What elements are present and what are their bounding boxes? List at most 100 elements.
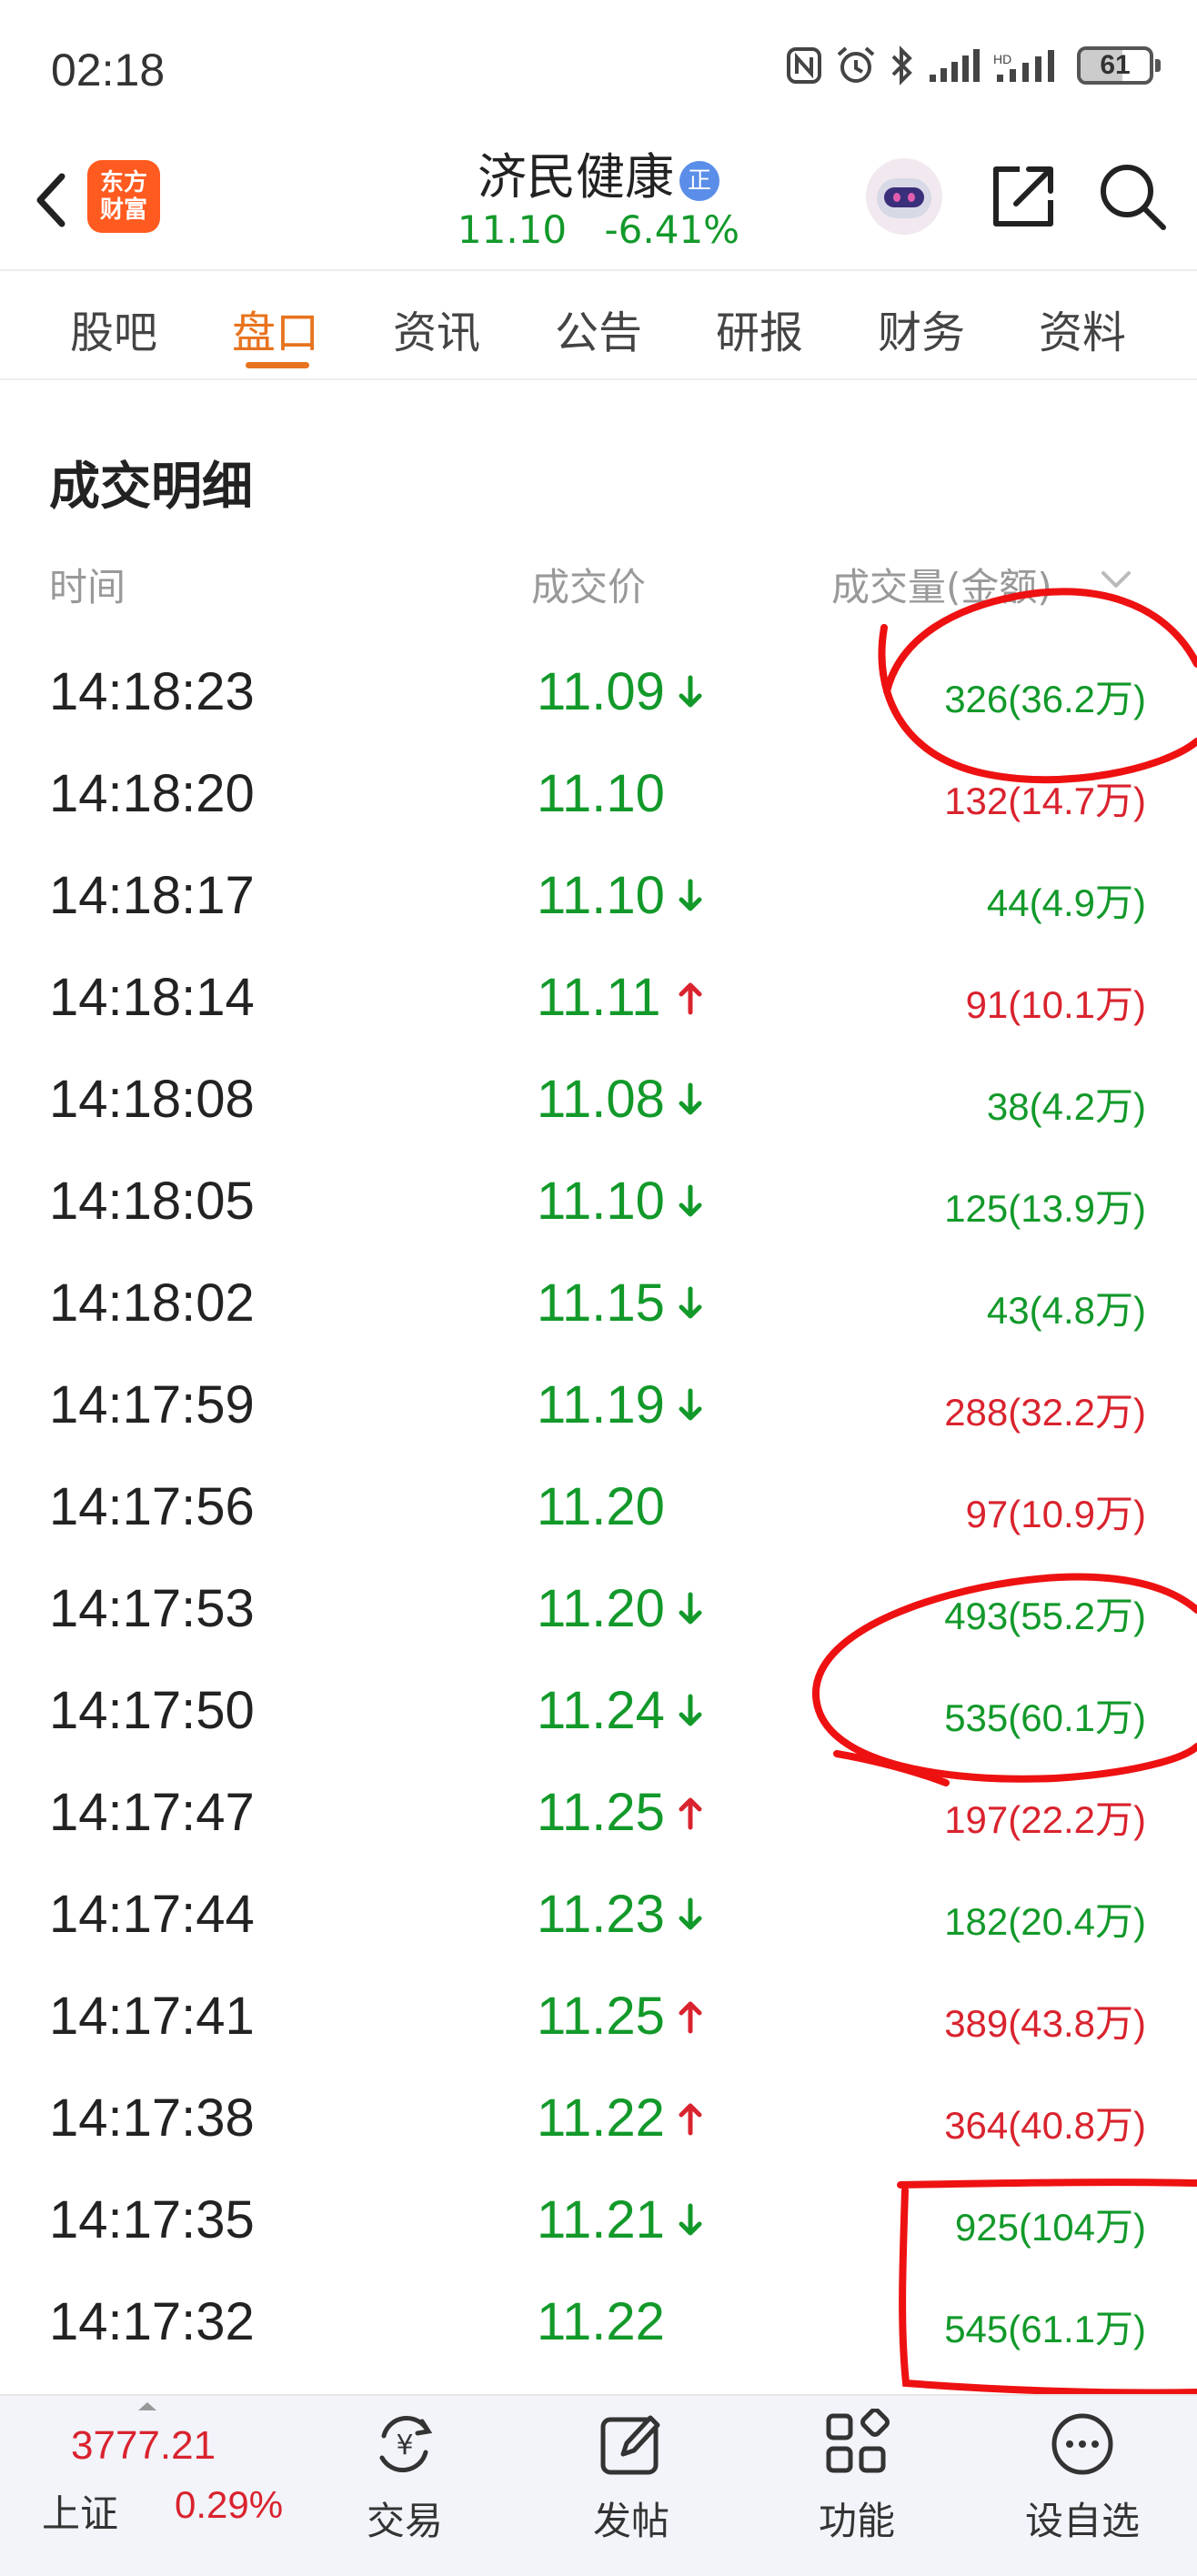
- index-change[interactable]: 0.29%: [175, 2483, 283, 2527]
- tab-guba[interactable]: 股吧: [50, 297, 177, 360]
- trade-direction-icon: [677, 1285, 704, 1322]
- trade-direction-icon: [677, 674, 704, 710]
- trade-price: 11.25: [537, 1783, 665, 1842]
- trade-volume: 288(32.2万): [944, 1391, 1146, 1434]
- trade-price: 11.22: [537, 2088, 665, 2148]
- trade-time: 14:17:41: [49, 1987, 255, 2046]
- trade-row: 14:17:56 11.20 97(10.9万): [0, 1456, 1197, 1558]
- tab-research[interactable]: 研报: [696, 297, 823, 360]
- trade-direction-icon: [677, 1082, 704, 1118]
- nfc-icon: [787, 47, 821, 84]
- signal-hd-icon: HD: [993, 50, 1054, 82]
- trade-row: 14:18:14 11.11 91(10.1万): [0, 947, 1197, 1049]
- trade-time: 14:17:53: [49, 1579, 255, 1638]
- trade-row: 14:18:23 11.09 326(36.2万): [0, 641, 1197, 743]
- tab-profile[interactable]: 资料: [1019, 297, 1146, 360]
- trade-volume: 493(55.2万): [944, 1595, 1146, 1637]
- trade-volume: 326(36.2万): [944, 678, 1146, 720]
- trade-row: 14:18:05 11.10 125(13.9万): [0, 1151, 1197, 1253]
- svg-text:HD: HD: [993, 52, 1011, 66]
- search-icon[interactable]: [1096, 160, 1169, 233]
- trade-row: 14:17:38 11.22 364(40.8万): [0, 2068, 1197, 2169]
- trade-direction-icon: [677, 1897, 704, 1933]
- trade-time: 14:17:38: [49, 2088, 255, 2148]
- trade-direction-icon: [677, 1998, 704, 2035]
- trade-price: 11.09: [537, 662, 665, 721]
- active-tab-indicator: [246, 362, 309, 368]
- nav-functions[interactable]: 功能: [784, 2409, 930, 2546]
- battery-icon: 61: [1077, 46, 1161, 85]
- trade-time: 14:17:35: [49, 2190, 255, 2249]
- trade-volume: 43(4.8万): [986, 1289, 1146, 1332]
- status-icons: HD 61: [786, 45, 1161, 86]
- bluetooth-icon: [891, 45, 912, 86]
- status-time: 02:18: [51, 45, 166, 96]
- nav-post-label: 发帖: [592, 2499, 669, 2543]
- trade-row: 14:17:59 11.19 288(32.2万): [0, 1354, 1197, 1456]
- ai-assistant-icon[interactable]: [864, 156, 944, 236]
- trade-row: 14:17:47 11.25 197(22.2万): [0, 1762, 1197, 1864]
- trade-icon: ¥: [379, 2415, 433, 2473]
- battery-level: 61: [1100, 50, 1131, 80]
- trade-direction-icon: [677, 2304, 704, 2340]
- trade-time: 14:17:44: [49, 1885, 255, 1944]
- trade-direction-icon: [677, 1489, 704, 1525]
- trade-price: 11.20: [537, 1477, 665, 1536]
- index-value[interactable]: 3777.21: [71, 2423, 216, 2469]
- tab-pankou[interactable]: 盘口: [212, 297, 339, 360]
- trade-row: 14:17:50 11.24 535(60.1万): [0, 1660, 1197, 1762]
- caret-up-icon[interactable]: [136, 2400, 158, 2412]
- trade-price: 11.10: [537, 866, 665, 925]
- nav-functions-label: 功能: [818, 2499, 895, 2543]
- index-name[interactable]: 上证: [42, 2483, 118, 2539]
- column-header-volume[interactable]: 成交量(金额): [831, 557, 1052, 612]
- trade-row: 14:17:32 11.22 545(61.1万): [0, 2271, 1197, 2373]
- trade-price: 11.21: [537, 2190, 665, 2249]
- trade-price: 11.15: [537, 1273, 665, 1333]
- tab-bar: 股吧 盘口 资讯 公告 研报 财务 资料: [0, 269, 1197, 380]
- trade-row: 14:17:53 11.20 493(55.2万): [0, 1558, 1197, 1660]
- trade-row: 14:18:17 11.10 44(4.9万): [0, 845, 1197, 947]
- trade-price: 11.23: [537, 1885, 665, 1944]
- trade-direction-icon: [677, 1693, 704, 1729]
- alarm-icon: [837, 46, 875, 83]
- nav-add-watchlist[interactable]: 设自选: [1010, 2409, 1155, 2546]
- trade-time: 14:17:59: [49, 1375, 255, 1434]
- nav-trade[interactable]: ¥ 交易: [332, 2409, 478, 2546]
- trade-price: 11.11: [537, 968, 661, 1027]
- stock-name[interactable]: 济民健康: [478, 148, 674, 206]
- trade-time: 14:18:14: [49, 968, 255, 1027]
- trade-price: 11.22: [537, 2292, 665, 2351]
- trade-time: 14:18:20: [49, 764, 255, 823]
- trade-time: 14:17:50: [49, 1681, 255, 1740]
- tab-finance[interactable]: 财务: [858, 297, 985, 360]
- trade-time: 14:18:08: [49, 1070, 255, 1129]
- trade-row: 14:18:08 11.08 38(4.2万): [0, 1049, 1197, 1151]
- trade-direction-icon: [677, 1183, 704, 1220]
- nav-post[interactable]: 发帖: [558, 2409, 704, 2546]
- trade-price: 11.25: [537, 1987, 665, 2046]
- tab-news[interactable]: 资讯: [373, 297, 500, 360]
- trade-volume: 364(40.8万): [944, 2104, 1146, 2147]
- share-icon[interactable]: [987, 160, 1060, 233]
- trade-row: 14:18:20 11.10 132(14.7万): [0, 743, 1197, 845]
- trade-time: 14:18:02: [49, 1273, 255, 1333]
- tab-announcements[interactable]: 公告: [535, 297, 662, 360]
- verified-badge-icon: 正: [679, 161, 719, 201]
- trade-volume: 91(10.1万): [965, 983, 1146, 1026]
- chevron-down-icon[interactable]: [1096, 564, 1136, 597]
- trade-direction-icon: [677, 1591, 704, 1627]
- trade-row: 14:17:35 11.21 925(104万): [0, 2169, 1197, 2271]
- status-bar: 02:18 HD 61: [0, 0, 1197, 136]
- trade-volume: 535(60.1万): [944, 1696, 1146, 1739]
- nav-add-watchlist-label: 设自选: [1024, 2499, 1140, 2543]
- more-icon: [1051, 2413, 1113, 2475]
- trade-direction-icon: [677, 1795, 704, 1831]
- trade-price: 11.19: [537, 1375, 665, 1434]
- trade-volume: 125(13.9万): [944, 1187, 1146, 1230]
- trade-volume: 132(14.7万): [944, 780, 1146, 822]
- trade-volume: 389(43.8万): [944, 2002, 1146, 2045]
- section-title: 成交明细: [49, 458, 253, 517]
- signal-icon: [930, 49, 980, 82]
- column-header-price: 成交价: [531, 565, 647, 609]
